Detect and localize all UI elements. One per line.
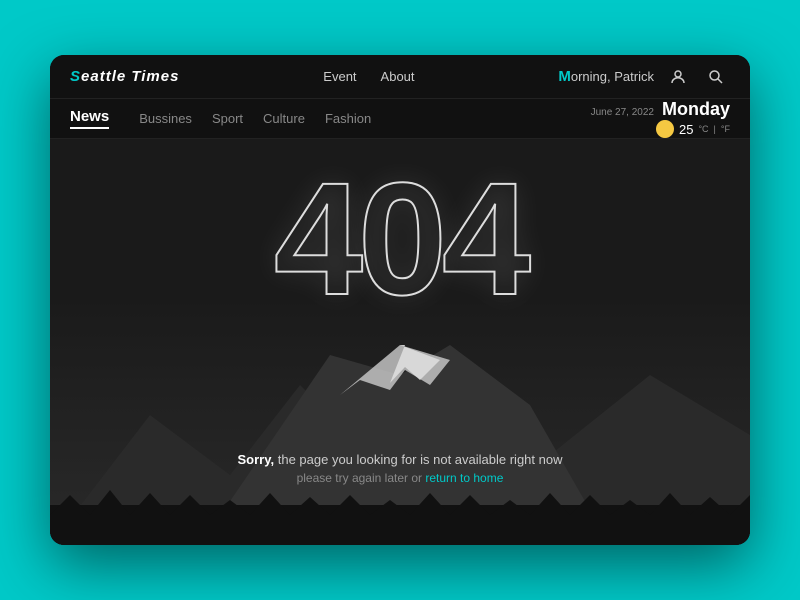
date-label: June 27, 2022 xyxy=(591,107,654,118)
error-code: 404 xyxy=(50,159,750,319)
greeting-name: Patrick xyxy=(614,69,654,84)
news-link[interactable]: News xyxy=(70,108,109,129)
error-message-block: Sorry, the page you looking for is not a… xyxy=(50,452,750,485)
temp-separator: | xyxy=(714,124,716,134)
sub-nav-links: Bussines Sport Culture Fashion xyxy=(139,111,371,126)
greeting-m: M xyxy=(558,68,571,85)
greeting-text: Morning, Patrick xyxy=(558,68,654,85)
top-nav-right: Morning, Patrick xyxy=(558,63,730,91)
sorry-line: Sorry, the page you looking for is not a… xyxy=(50,452,750,467)
error-description: the page you looking for is not availabl… xyxy=(274,452,562,467)
temp-unit-c: °C xyxy=(698,124,708,134)
logo-s: S xyxy=(70,68,81,85)
nav-culture[interactable]: Culture xyxy=(263,111,305,126)
date-day-row: June 27, 2022 Monday xyxy=(591,99,730,120)
browser-window: Seattle Times Event About Morning, Patri… xyxy=(50,55,750,545)
sub-nav-left: News Bussines Sport Culture Fashion xyxy=(70,108,371,129)
main-content: 404 Sorry, the page you looking for is n… xyxy=(50,139,750,545)
top-nav-links: Event About xyxy=(323,69,414,84)
try-again-line: please try again later or return to home xyxy=(50,471,750,485)
day-label: Monday xyxy=(662,99,730,120)
greeting-suffix: orning, xyxy=(571,69,614,84)
date-weather-widget: June 27, 2022 Monday 25 °C | °F xyxy=(591,99,730,138)
site-logo: Seattle Times xyxy=(70,68,179,85)
user-icon-button[interactable] xyxy=(664,63,692,91)
nav-sport[interactable]: Sport xyxy=(212,111,243,126)
sub-navbar: News Bussines Sport Culture Fashion June… xyxy=(50,99,750,139)
try-again-text: please try again later or xyxy=(297,471,426,485)
nav-fashion[interactable]: Fashion xyxy=(325,111,371,126)
weather-line: 25 °C | °F xyxy=(656,120,730,138)
search-icon-button[interactable] xyxy=(702,63,730,91)
top-navbar: Seattle Times Event About Morning, Patri… xyxy=(50,55,750,99)
nav-bussines[interactable]: Bussines xyxy=(139,111,192,126)
logo-text: eattle Times xyxy=(81,68,179,85)
temperature: 25 xyxy=(679,122,693,137)
nav-event[interactable]: Event xyxy=(323,69,356,84)
sun-icon xyxy=(656,120,674,138)
sorry-label: Sorry, xyxy=(238,452,275,467)
nav-about[interactable]: About xyxy=(381,69,415,84)
temp-unit-f: °F xyxy=(721,124,730,134)
return-home-link[interactable]: return to home xyxy=(425,471,503,485)
